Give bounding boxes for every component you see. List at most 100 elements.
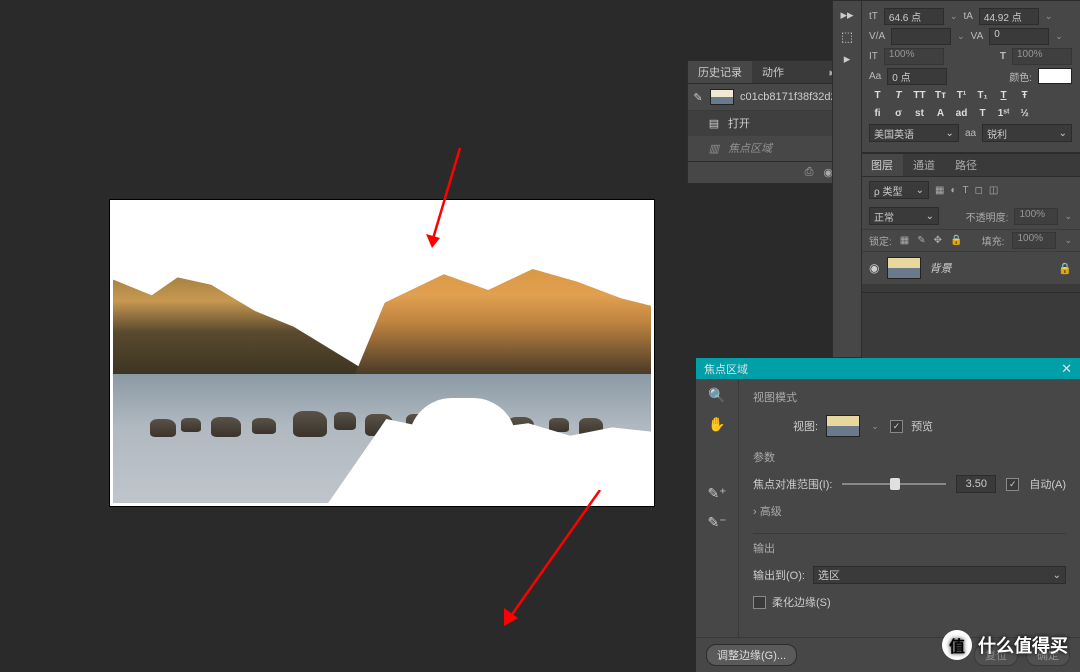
strip-icon-3[interactable]: ▸ [844, 51, 851, 67]
tab-actions[interactable]: 动作 [752, 61, 794, 83]
chevron-down-icon[interactable]: ⌄ [1064, 235, 1072, 246]
output-select[interactable]: 选区 [813, 566, 1066, 584]
lock-pixels-icon[interactable]: ▦ [900, 235, 909, 246]
output-to-label: 输出到(O): [753, 567, 805, 583]
chevron-down-icon[interactable]: ⌄ [1055, 31, 1063, 42]
filter-smart-icon[interactable]: ◫ [989, 185, 998, 196]
font-size-input[interactable]: 64.6 点 [884, 8, 944, 25]
lock-label: 锁定: [869, 233, 892, 248]
soften-checkbox[interactable] [753, 596, 766, 609]
subscript-button[interactable]: T₁ [974, 88, 991, 103]
auto-checkbox[interactable]: ✓ [1006, 478, 1019, 491]
watermark-badge: 值 [942, 630, 972, 660]
params-group-label: 参数 [753, 449, 1066, 465]
viewmode-group-label: 视图模式 [753, 389, 1066, 405]
antialiasing-select[interactable]: 锐利 [982, 124, 1072, 142]
zoom-tool-icon[interactable]: 🔍 [708, 387, 725, 404]
dialog-titlebar[interactable]: 焦点区域 ✕ [696, 358, 1080, 379]
ot-half[interactable]: ½ [1016, 106, 1033, 121]
annotation-arrow-bottom [490, 490, 610, 640]
leading-input[interactable]: 44.92 点 [979, 8, 1039, 25]
document-window[interactable] [110, 200, 654, 506]
underline-button[interactable]: T [995, 88, 1012, 103]
strip-icon-2[interactable]: ⬚ [841, 29, 853, 45]
type-style-row: T T TT Tᴛ T¹ T₁ T Ŧ [869, 88, 1072, 103]
focus-range-slider[interactable] [842, 475, 946, 493]
allcaps-button[interactable]: TT [911, 88, 928, 103]
language-select[interactable]: 美国英语 [869, 124, 959, 142]
baseline-label: Aa [869, 71, 881, 82]
tracking-input[interactable]: 0 [989, 28, 1049, 45]
dialog-tool-strip: 🔍 ✋ ✎⁺ ✎⁻ [696, 379, 739, 637]
tab-channels[interactable]: 通道 [903, 154, 945, 176]
auto-label: 自动(A) [1029, 476, 1066, 492]
filter-shape-icon[interactable]: ◻ [975, 185, 983, 196]
leading-icon: tA [963, 11, 972, 22]
hand-tool-icon[interactable]: ✋ [708, 416, 725, 433]
bold-button[interactable]: T [869, 88, 886, 103]
chevron-down-icon[interactable]: ⌄ [957, 31, 965, 42]
collapsed-panel-strip: ▸▸ ⬚ ▸ [832, 0, 862, 358]
ot-A[interactable]: A [932, 106, 949, 121]
ot-1st[interactable]: 1ˢᵗ [995, 106, 1012, 121]
color-swatch[interactable] [1038, 68, 1072, 84]
soften-label: 柔化边缘(S) [772, 594, 831, 610]
blend-mode-select[interactable]: 正常 [869, 207, 939, 225]
ot-ad[interactable]: ad [953, 106, 970, 121]
brush-icon: ✎ [692, 91, 704, 104]
vscale-label: IT [869, 51, 878, 62]
italic-button[interactable]: T [890, 88, 907, 103]
focus-area-dialog: 焦点区域 ✕ 🔍 ✋ ✎⁺ ✎⁻ 视图模式 视图: ⌄ ✓ 预览 参数 焦点对准… [696, 358, 1080, 672]
refine-edge-button[interactable]: 调整边缘(G)... [706, 644, 797, 666]
fill-label: 填充: [982, 233, 1005, 248]
history-thumb [710, 89, 734, 105]
dialog-title: 焦点区域 [704, 361, 748, 377]
baseline-input[interactable]: 0 点 [887, 68, 947, 85]
close-icon[interactable]: ✕ [1061, 361, 1072, 377]
filter-type-icon[interactable]: T [963, 185, 969, 196]
opacity-input[interactable]: 100% [1014, 208, 1058, 225]
create-document-icon[interactable]: ⎙ [805, 166, 814, 179]
ot-sigma[interactable]: σ [890, 106, 907, 121]
tab-history[interactable]: 历史记录 [688, 61, 752, 83]
hscale-label: T [1000, 51, 1006, 62]
kerning-input[interactable] [891, 28, 951, 45]
tab-paths[interactable]: 路径 [945, 154, 987, 176]
filter-adjust-icon[interactable]: ◐ [950, 185, 956, 196]
preview-checkbox[interactable]: ✓ [890, 420, 903, 433]
document-content [113, 203, 651, 503]
add-brush-icon[interactable]: ✎⁺ [707, 485, 726, 502]
lock-paint-icon[interactable]: ✎ [917, 235, 925, 246]
chevron-down-icon[interactable]: ⌄ [950, 11, 958, 22]
layer-name[interactable]: 背景 [929, 260, 1050, 276]
layer-row-background[interactable]: ◉ 背景 🔒 [861, 252, 1080, 284]
view-thumb[interactable] [826, 415, 860, 437]
tracking-label: VA [971, 31, 984, 42]
layer-filter-select[interactable]: ρ 类型 [869, 181, 929, 199]
fill-input[interactable]: 100% [1012, 232, 1056, 249]
view-select-chevron[interactable]: ⌄ [868, 419, 882, 433]
chevron-down-icon[interactable]: ⌄ [1045, 11, 1053, 22]
lock-position-icon[interactable]: ✥ [934, 235, 942, 246]
strip-icon-1[interactable]: ▸▸ [840, 7, 853, 23]
chevron-down-icon[interactable]: ⌄ [1064, 211, 1072, 222]
lock-all-icon[interactable]: 🔒 [950, 235, 962, 246]
ot-st[interactable]: st [911, 106, 928, 121]
filter-pixel-icon[interactable]: ▦ [935, 185, 944, 196]
ot-T[interactable]: T [974, 106, 991, 121]
character-panel: tT 64.6 点 ⌄ tA 44.92 点 ⌄ V/A ⌄ VA 0 ⌄ IT… [860, 0, 1080, 153]
superscript-button[interactable]: T¹ [953, 88, 970, 103]
subtract-brush-icon[interactable]: ✎⁻ [707, 514, 726, 531]
tab-layers[interactable]: 图层 [861, 154, 903, 176]
smallcaps-button[interactable]: Tᴛ [932, 88, 949, 103]
opacity-label: 不透明度: [966, 209, 1009, 224]
hscale-input[interactable]: 100% [1012, 48, 1072, 65]
visibility-toggle[interactable]: ◉ [869, 261, 879, 275]
focus-range-value[interactable]: 3.50 [956, 475, 996, 493]
kerning-label: V/A [869, 31, 885, 42]
strikethrough-button[interactable]: Ŧ [1016, 88, 1033, 103]
advanced-toggle[interactable]: 高级 [753, 503, 1066, 519]
output-group-label: 输出 [753, 540, 1066, 556]
vscale-input[interactable]: 100% [884, 48, 944, 65]
ot-fi[interactable]: fi [869, 106, 886, 121]
